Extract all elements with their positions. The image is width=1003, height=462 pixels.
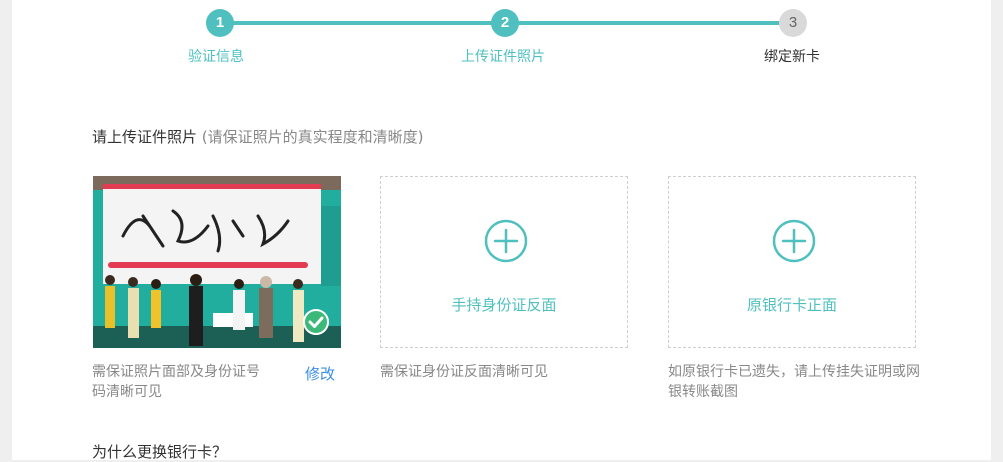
step-2-circle: 2 [491,9,519,37]
uploaded-id-photo[interactable] [93,176,341,348]
modify-link[interactable]: 修改 [305,363,335,384]
id-back-requirement-text: 需保证身份证反面清晰可见 [380,364,548,380]
upload-id-back-label: 手持身份证反面 [451,296,557,314]
add-circle-icon [484,219,528,263]
upload-card-front[interactable]: 原银行卡正面 [668,176,916,348]
step-1-circle: 1 [206,9,234,37]
step-3-label: 绑定新卡 [764,49,820,65]
step-1-label: 验证信息 [188,49,244,65]
card-front-requirement-text: 如原银行卡已遗失，请上传挂失证明或网银转账截图 [668,364,920,400]
photo-requirement-text: 需保证照片面部及身份证号码清晰可见 [92,364,260,400]
check-icon [303,309,329,335]
section-hint: (请保证照片的真实程度和清晰度) [197,128,424,146]
step-3-circle: 3 [779,9,807,37]
section-title-text: 请上传证件照片 [92,128,198,146]
section-title: 请上传证件照片 (请保证照片的真实程度和清晰度) [92,126,424,147]
step-connector-2 [507,21,790,25]
why-change-card-link[interactable]: 为什么更换银行卡？ [92,441,227,462]
add-circle-icon [772,219,816,263]
upload-card-front-label: 原银行卡正面 [746,296,837,314]
step-connector-1 [221,21,504,25]
upload-id-back[interactable]: 手持身份证反面 [380,176,628,348]
step-2-label: 上传证件照片 [461,49,545,65]
